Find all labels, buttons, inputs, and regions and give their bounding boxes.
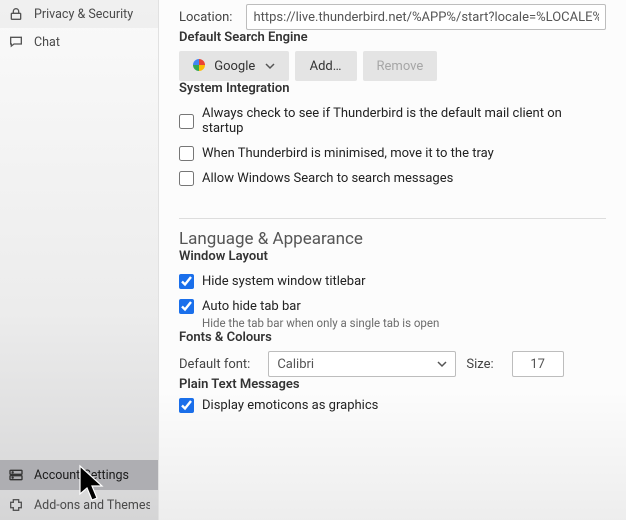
font-size-label: Size:: [466, 357, 493, 372]
chevron-down-icon: [265, 61, 275, 71]
sidebar-item-privacy[interactable]: Privacy & Security: [0, 0, 158, 28]
fonts-colours-heading: Fonts & Colours: [179, 330, 606, 345]
emoticons-label: Display emoticons as graphics: [202, 398, 378, 413]
sidebar: Privacy & Security Chat: [0, 0, 158, 520]
default-font-select[interactable]: Calibri: [268, 351, 456, 377]
default-client-checkbox[interactable]: [179, 114, 194, 129]
auto-hide-tab-note: Hide the tab bar when only a single tab …: [202, 316, 606, 330]
default-search-heading: Default Search Engine: [179, 30, 606, 45]
system-integration-heading: System Integration: [179, 81, 606, 96]
minimise-tray-label: When Thunderbird is minimised, move it t…: [202, 146, 494, 161]
account-icon: [8, 467, 26, 483]
font-size-select[interactable]: 17: [512, 351, 564, 377]
minimise-tray-checkbox[interactable]: [179, 146, 194, 161]
plain-text-heading: Plain Text Messages: [179, 377, 606, 392]
chevron-down-icon: [437, 359, 447, 369]
default-client-label: Always check to see if Thunderbird is th…: [202, 106, 606, 136]
windows-search-checkbox[interactable]: [179, 171, 194, 186]
auto-hide-tab-checkbox[interactable]: [179, 299, 194, 314]
lock-icon: [8, 6, 26, 22]
add-engine-button[interactable]: Add…: [295, 51, 357, 81]
windows-search-label: Allow Windows Search to search messages: [202, 171, 453, 186]
emoticons-row: Display emoticons as graphics: [179, 398, 606, 413]
sidebar-item-label: Add-ons and Themes: [34, 498, 150, 513]
sidebar-item-label: Privacy & Security: [34, 7, 133, 22]
sidebar-item-account-settings[interactable]: Account Settings: [0, 460, 158, 490]
window-layout-heading: Window Layout: [179, 249, 606, 264]
default-font-label: Default font:: [179, 357, 250, 372]
default-font-value: Calibri: [277, 357, 314, 372]
search-engine-dropdown[interactable]: Google: [179, 51, 289, 81]
location-label: Location:: [179, 10, 232, 25]
sidebar-item-label: Chat: [34, 35, 60, 50]
emoticons-checkbox[interactable]: [179, 398, 194, 413]
hide-titlebar-checkbox[interactable]: [179, 274, 194, 289]
hide-titlebar-label: Hide system window titlebar: [202, 274, 366, 289]
auto-hide-tab-label: Auto hide tab bar: [202, 299, 301, 314]
settings-panel: Location: Default Search Engine Google A…: [158, 0, 626, 520]
sidebar-item-label: Account Settings: [34, 468, 129, 483]
location-input[interactable]: [246, 4, 606, 30]
sidebar-item-chat[interactable]: Chat: [0, 28, 158, 56]
puzzle-icon: [8, 497, 26, 513]
default-client-row: Always check to see if Thunderbird is th…: [179, 106, 606, 136]
divider: [179, 218, 606, 219]
auto-hide-tab-row: Auto hide tab bar: [179, 299, 606, 314]
search-engine-value: Google: [214, 59, 255, 74]
remove-engine-button: Remove: [363, 51, 438, 81]
minimise-tray-row: When Thunderbird is minimised, move it t…: [179, 146, 606, 161]
font-size-value: 17: [530, 357, 545, 372]
chat-icon: [8, 34, 26, 50]
windows-search-row: Allow Windows Search to search messages: [179, 171, 606, 186]
hide-titlebar-row: Hide system window titlebar: [179, 274, 606, 289]
language-appearance-heading: Language & Appearance: [179, 229, 606, 249]
sidebar-item-addons[interactable]: Add-ons and Themes: [0, 490, 158, 520]
google-icon: [193, 59, 205, 71]
